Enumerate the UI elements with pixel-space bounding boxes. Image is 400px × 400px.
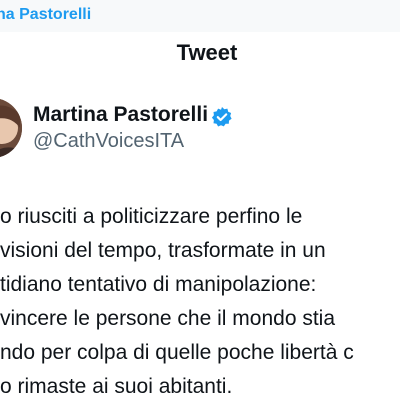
topbar-author-name[interactable]: na Pastorelli	[0, 6, 91, 24]
author-handle[interactable]: @CathVoicesITA	[33, 130, 184, 153]
page-title: Tweet	[176, 40, 238, 65]
top-bar: na Pastorelli	[0, 0, 400, 32]
verified-badge-icon	[211, 107, 232, 127]
tweet-text-line: tidiano tentativo di manipolazione:	[0, 273, 317, 296]
tweet-text-line: ndo per colpa di quelle poche libertà c	[0, 341, 354, 364]
tweet-text-line: vincere le persone che il mondo stia	[0, 307, 336, 330]
tweet-text-line: o rimaste ai suoi abitanti.	[0, 375, 233, 398]
avatar[interactable]	[0, 98, 22, 158]
tweet-text-line: o riusciti a politicizzare perfino le	[0, 205, 303, 228]
tweet-text-line: visioni del tempo, trasformate in un	[0, 239, 326, 262]
tweet-page: na Pastorelli Tweet Martina Pastorelli @…	[0, 0, 400, 400]
tweet-text: o riusciti a politicizzare perfino le vi…	[0, 200, 400, 400]
author-display-name[interactable]: Martina Pastorelli	[33, 103, 208, 127]
avatar-image	[0, 98, 22, 158]
